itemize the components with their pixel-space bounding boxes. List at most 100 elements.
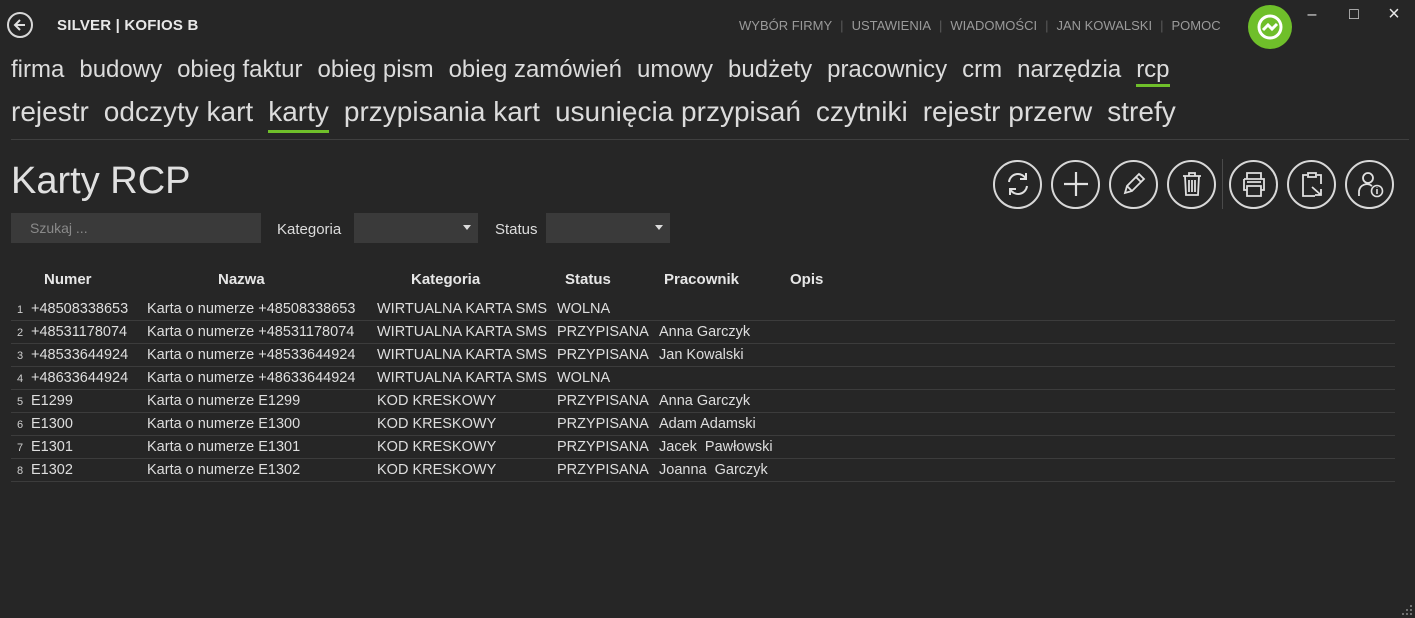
maximize-button[interactable]: □ — [1344, 6, 1364, 24]
nav-obieg-pism[interactable]: obieg pism — [318, 56, 434, 84]
add-button[interactable] — [1051, 159, 1100, 209]
category-label: Kategoria — [277, 221, 342, 238]
cell-status: PRZYPISANA — [557, 462, 649, 478]
table-row[interactable]: 3 +48533644924 Karta o numerze +48533644… — [11, 344, 1395, 367]
tab-rejestr-przerw[interactable]: rejestr przerw — [923, 96, 1093, 128]
cell-kategoria: WIRTUALNA KARTA SMS — [377, 324, 548, 340]
arrow-left-icon — [13, 19, 25, 31]
row-index: 3 — [17, 350, 24, 362]
cell-numer: +48533644924 — [31, 347, 129, 363]
table-body: 1 +48508338653 Karta o numerze +48508338… — [11, 298, 1395, 482]
menu-wiadomosci[interactable]: WIADOMOŚCI — [950, 18, 1037, 33]
status-label: Status — [495, 221, 538, 238]
refresh-button[interactable] — [993, 159, 1042, 209]
delete-button[interactable] — [1167, 159, 1216, 209]
page-title: Karty RCP — [11, 160, 191, 202]
cell-numer: E1301 — [31, 439, 73, 455]
back-button[interactable] — [7, 12, 33, 38]
row-index: 1 — [17, 304, 24, 316]
refresh-icon — [1007, 173, 1028, 195]
table-row[interactable]: 5 E1299 Karta o numerze E1299 KOD KRESKO… — [11, 390, 1395, 413]
menu-separator: | — [1045, 18, 1049, 33]
nav-umowy[interactable]: umowy — [637, 56, 713, 84]
cell-pracownik: Jan Kowalski — [659, 347, 744, 363]
table-row[interactable]: 2 +48531178074 Karta o numerze +48531178… — [11, 321, 1395, 344]
close-button[interactable]: × — [1384, 3, 1404, 26]
cell-status: WOLNA — [557, 301, 611, 317]
menu-pomoc[interactable]: POMOC — [1171, 18, 1220, 33]
nav-obieg-zamowien[interactable]: obieg zamówień — [449, 56, 622, 84]
cell-status: PRZYPISANA — [557, 324, 649, 340]
table-row[interactable]: 7 E1301 Karta o numerze E1301 KOD KRESKO… — [11, 436, 1395, 459]
table-row[interactable]: 4 +48633644924 Karta o numerze +48633644… — [11, 367, 1395, 390]
nav-budowy[interactable]: budowy — [79, 56, 162, 84]
chevron-down-icon — [463, 225, 471, 230]
tab-przypisania-kart[interactable]: przypisania kart — [344, 96, 540, 128]
column-header-kategoria[interactable]: Kategoria — [411, 271, 480, 288]
nav-firma[interactable]: firma — [11, 56, 64, 84]
row-index: 5 — [17, 396, 24, 408]
delete-icon — [1182, 172, 1201, 196]
row-index: 7 — [17, 442, 24, 454]
table-row[interactable]: 6 E1300 Karta o numerze E1300 KOD KRESKO… — [11, 413, 1395, 436]
menu-user[interactable]: JAN KOWALSKI — [1056, 18, 1152, 33]
nav-narzedzia[interactable]: narzędzia — [1017, 56, 1121, 84]
nav-divider — [11, 139, 1409, 140]
tab-usuniecia-przypisan[interactable]: usunięcia przypisań — [555, 96, 801, 128]
menu-separator: | — [840, 18, 844, 33]
column-header-pracownik[interactable]: Pracownik — [664, 271, 739, 288]
toolbar — [993, 159, 1403, 209]
cell-status: PRZYPISANA — [557, 439, 649, 455]
search-input[interactable] — [11, 213, 261, 243]
column-header-nazwa[interactable]: Nazwa — [218, 271, 265, 288]
menu-ustawienia[interactable]: USTAWIENIA — [852, 18, 931, 33]
resize-grip-icon[interactable] — [1401, 604, 1413, 616]
row-index: 4 — [17, 373, 24, 385]
export-button[interactable] — [1287, 159, 1336, 209]
column-header-numer[interactable]: Numer — [44, 271, 92, 288]
cell-kategoria: KOD KRESKOWY — [377, 416, 497, 432]
cell-kategoria: WIRTUALNA KARTA SMS — [377, 347, 548, 363]
edit-button[interactable] — [1109, 159, 1158, 209]
cell-pracownik: Joanna Garczyk — [659, 462, 768, 478]
cell-pracownik: Adam Adamski — [659, 416, 756, 432]
cell-status: PRZYPISANA — [557, 416, 649, 432]
app-title: SILVER | KOFIOS B — [57, 17, 199, 34]
table-row[interactable]: 8 E1302 Karta o numerze E1302 KOD KRESKO… — [11, 459, 1395, 482]
nav-crm[interactable]: crm — [962, 56, 1002, 84]
menu-wybor-firmy[interactable]: WYBÓR FIRMY — [739, 18, 832, 33]
cell-kategoria: KOD KRESKOWY — [377, 462, 497, 478]
category-select[interactable] — [354, 213, 478, 243]
tab-czytniki[interactable]: czytniki — [816, 96, 908, 128]
cell-pracownik: Anna Garczyk — [659, 393, 751, 409]
tab-rejestr[interactable]: rejestr — [11, 96, 89, 128]
status-select[interactable] — [546, 213, 670, 243]
row-index: 6 — [17, 419, 24, 431]
minimize-button[interactable]: – — [1302, 6, 1322, 24]
print-icon — [1242, 172, 1265, 197]
cell-kategoria: WIRTUALNA KARTA SMS — [377, 301, 548, 317]
table-row[interactable]: 1 +48508338653 Karta o numerze +48508338… — [11, 298, 1395, 321]
cell-nazwa: Karta o numerze +48531178074 — [147, 324, 355, 340]
cell-pracownik: Jacek Pawłowski — [659, 439, 773, 455]
logo-icon — [1257, 14, 1283, 40]
cell-nazwa: Karta o numerze +48633644924 — [147, 370, 356, 386]
clipboard-export-icon — [1301, 172, 1322, 197]
user-info-button[interactable] — [1345, 159, 1394, 209]
column-header-status[interactable]: Status — [565, 271, 611, 288]
tab-strefy[interactable]: strefy — [1107, 96, 1175, 128]
chevron-down-icon — [655, 225, 663, 230]
cell-kategoria: KOD KRESKOWY — [377, 393, 497, 409]
tab-odczyty-kart[interactable]: odczyty kart — [104, 96, 253, 128]
cell-numer: E1302 — [31, 462, 73, 478]
nav-obieg-faktur[interactable]: obieg faktur — [177, 56, 302, 84]
cell-kategoria: WIRTUALNA KARTA SMS — [377, 370, 548, 386]
tab-karty[interactable]: karty — [268, 96, 329, 133]
nav-pracownicy[interactable]: pracownicy — [827, 56, 947, 84]
print-button[interactable] — [1229, 159, 1278, 209]
nav-budzety[interactable]: budżety — [728, 56, 812, 84]
menu-separator: | — [939, 18, 943, 33]
nav-rcp[interactable]: rcp — [1136, 56, 1170, 87]
cell-status: PRZYPISANA — [557, 347, 649, 363]
column-header-opis[interactable]: Opis — [790, 271, 823, 288]
